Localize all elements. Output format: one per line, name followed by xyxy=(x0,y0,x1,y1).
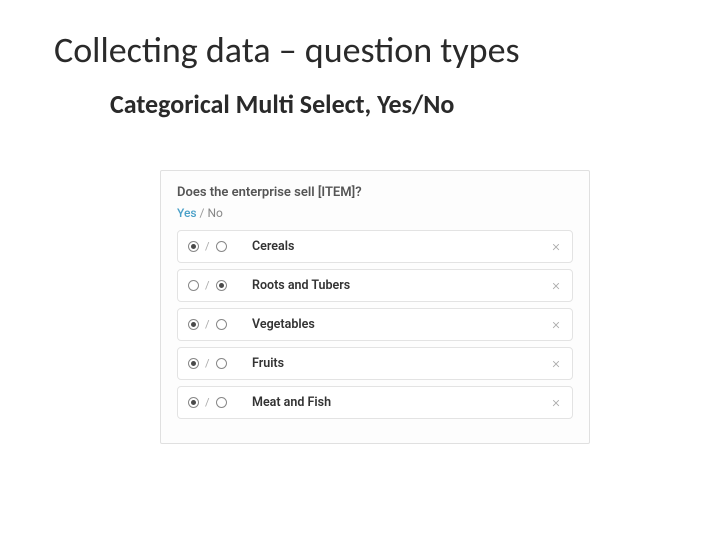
question-form-panel: Does the enterprise sell [ITEM]? Yes / N… xyxy=(160,170,590,444)
remove-option-button[interactable]: × xyxy=(550,278,562,293)
radio-no[interactable] xyxy=(216,319,227,330)
option-label: Meat and Fish xyxy=(252,395,550,410)
yes-header-label: Yes xyxy=(177,206,197,220)
remove-option-button[interactable]: × xyxy=(550,395,562,410)
radio-group: / xyxy=(188,279,240,292)
remove-option-button[interactable]: × xyxy=(550,356,562,371)
option-label: Cereals xyxy=(252,239,550,254)
option-label: Vegetables xyxy=(252,317,550,332)
question-text: Does the enterprise sell [ITEM]? xyxy=(177,185,573,200)
option-row: / Fruits× xyxy=(177,347,573,380)
radio-no[interactable] xyxy=(216,358,227,369)
option-row: / Vegetables× xyxy=(177,308,573,341)
radio-yes[interactable] xyxy=(188,397,199,408)
radio-group: / xyxy=(188,396,240,409)
slide-title: Collecting data – question types xyxy=(0,0,720,72)
remove-option-button[interactable]: × xyxy=(550,239,562,254)
radio-group: / xyxy=(188,318,240,331)
slide-subtitle: Categorical Multi Select, Yes/No xyxy=(0,72,720,120)
radio-yes[interactable] xyxy=(188,241,199,252)
radio-no[interactable] xyxy=(216,397,227,408)
option-row: / Cereals× xyxy=(177,230,573,263)
radio-slash: / xyxy=(205,240,210,253)
radio-no[interactable] xyxy=(216,241,227,252)
no-header-label: No xyxy=(207,206,222,220)
radio-yes[interactable] xyxy=(188,358,199,369)
option-label: Roots and Tubers xyxy=(252,278,550,293)
radio-slash: / xyxy=(205,279,210,292)
yes-no-header: Yes / No xyxy=(177,206,573,220)
radio-group: / xyxy=(188,357,240,370)
radio-group: / xyxy=(188,240,240,253)
radio-yes[interactable] xyxy=(188,319,199,330)
radio-slash: / xyxy=(205,318,210,331)
option-label: Fruits xyxy=(252,356,550,371)
radio-no[interactable] xyxy=(216,280,227,291)
option-row: / Roots and Tubers× xyxy=(177,269,573,302)
remove-option-button[interactable]: × xyxy=(550,317,562,332)
option-row: / Meat and Fish× xyxy=(177,386,573,419)
radio-slash: / xyxy=(205,396,210,409)
radio-slash: / xyxy=(205,357,210,370)
radio-yes[interactable] xyxy=(188,280,199,291)
